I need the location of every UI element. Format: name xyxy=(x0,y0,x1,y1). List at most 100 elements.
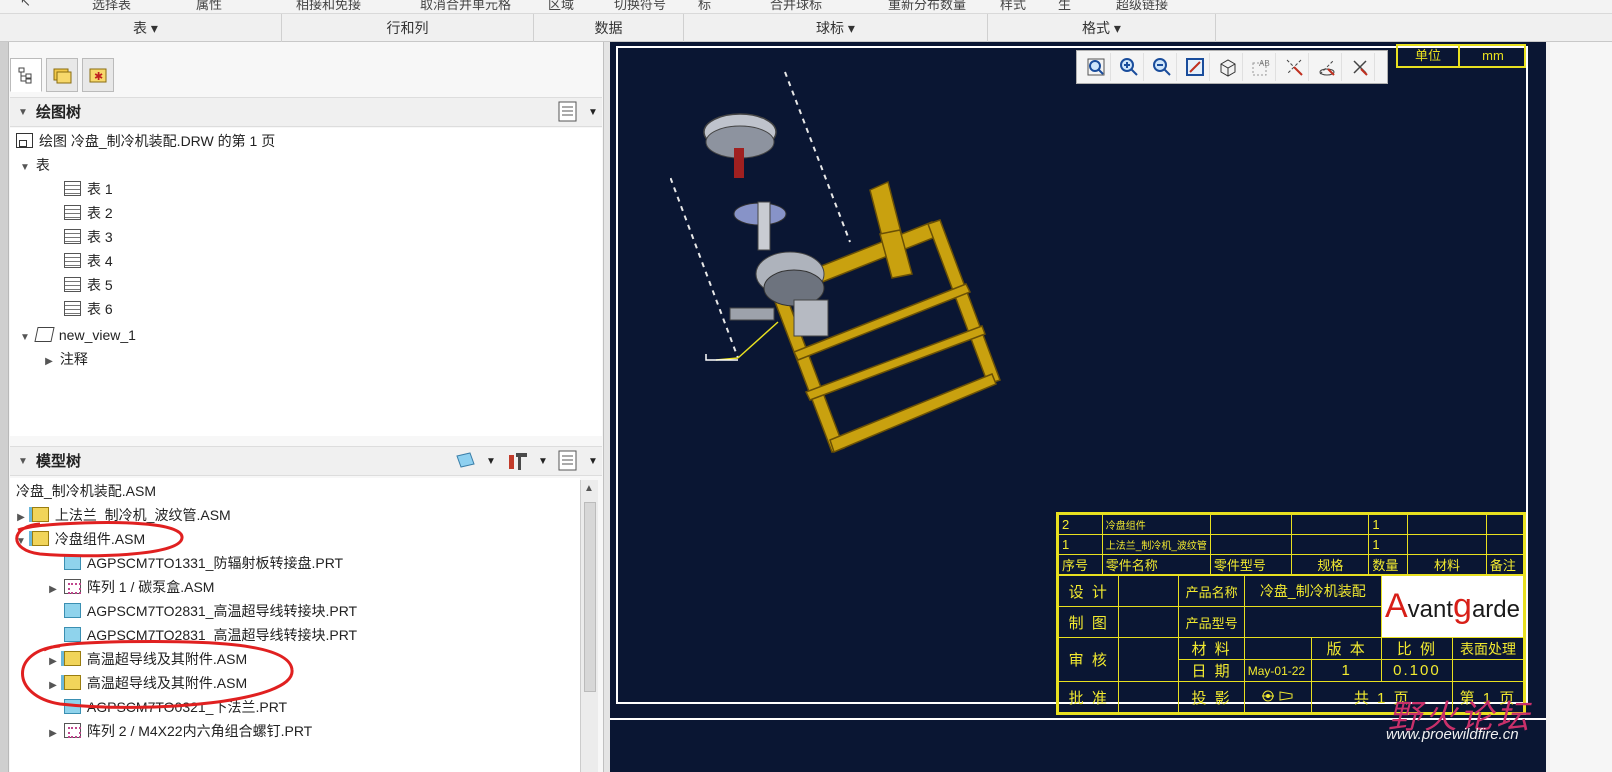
table-icon xyxy=(64,205,81,220)
shade-icon[interactable] xyxy=(1213,53,1243,81)
folder-icon xyxy=(53,68,72,84)
note-display-icon[interactable]: AB xyxy=(1246,53,1276,81)
expand-arrow-icon[interactable]: ▶ xyxy=(46,722,60,746)
part-icon xyxy=(63,627,81,642)
chevron-down-icon[interactable]: ▼ xyxy=(538,447,548,477)
model-tree-item-label: 上法兰_制冷机_波纹管.ASM xyxy=(54,507,231,523)
pattern-icon xyxy=(63,723,81,738)
tree-item-view[interactable]: ▼ new_view_1 xyxy=(18,323,136,347)
ribbon-merge-balloon[interactable]: 合并球标 xyxy=(770,0,822,13)
model-tree-item[interactable]: AGPSCM7TO2831_高温超导线转接块.PRT xyxy=(46,599,357,623)
ribbon-command-row: ↖ 选择表 属性 相接和免接 取消合并单元格 区域 切换符号 标 合并球标 重新… xyxy=(0,0,1612,14)
bom-no: 1 xyxy=(1058,534,1103,555)
model-tree-item[interactable]: AGPSCM7TO2831_高温超导线转接块.PRT xyxy=(46,623,357,647)
view-toolbar: AB xyxy=(1076,50,1388,84)
model-tree-item[interactable]: ▶ 阵列 1 / 碳泵盒.ASM xyxy=(46,575,214,599)
navigator-edge xyxy=(0,42,9,772)
model-tree-item-label: 阵列 2 / M4X22内六角组合螺钉.PRT xyxy=(86,723,313,739)
model-tree-item[interactable]: ▶ 高温超导线及其附件.ASM xyxy=(46,671,247,695)
model-tree-item-label: AGPSCM7TO2831_高温超导线转接块.PRT xyxy=(86,627,358,643)
model-tree-scrollbar[interactable]: ▲ xyxy=(580,480,598,772)
ribbon-balloon[interactable]: 标 xyxy=(698,0,711,13)
tree-item-table[interactable]: 表 4 xyxy=(64,249,113,273)
scroll-up-icon[interactable]: ▲ xyxy=(584,483,594,494)
model-tree-header[interactable]: ▼ 模型树 ▼ ▼ ▼ xyxy=(10,446,602,476)
model-tree: 冷盘_制冷机装配.ASM ▶ 上法兰_制冷机_波纹管.ASM ▼ 冷盘组件.ASM… xyxy=(10,478,580,772)
group-format[interactable]: 格式 ▾ xyxy=(988,14,1216,42)
version-value: 1 xyxy=(1311,659,1382,682)
ribbon-hyperlink[interactable]: 超级链接 xyxy=(1116,0,1168,13)
ribbon-redistribute[interactable]: 重新分布数量 xyxy=(888,0,966,13)
ribbon-style2[interactable]: 生 xyxy=(1058,0,1071,13)
part-icon xyxy=(63,699,81,714)
model-tree-item[interactable]: ▶ 高温超导线及其附件.ASM xyxy=(46,647,247,671)
tab-folder-browser[interactable] xyxy=(46,58,78,92)
axis-display-icon[interactable] xyxy=(1312,53,1342,81)
tree-item-table[interactable]: 表 1 xyxy=(64,177,113,201)
chevron-down-icon[interactable]: ▼ xyxy=(486,447,496,477)
ribbon-toggle-symbol[interactable]: 切换符号 xyxy=(614,0,666,13)
datum-display-icon[interactable] xyxy=(1279,53,1309,81)
show-icon[interactable] xyxy=(454,450,476,481)
ribbon-properties[interactable]: 属性 xyxy=(196,0,222,13)
table-icon xyxy=(64,253,81,268)
part-icon xyxy=(63,603,81,618)
group-data[interactable]: 数据 xyxy=(534,14,684,42)
draw-label: 制 图 xyxy=(1057,606,1120,638)
drawing-root[interactable]: 绘图 冷盘_制冷机装配.DRW 的第 1 页 xyxy=(16,129,275,153)
part-icon xyxy=(63,555,81,570)
collapse-icon[interactable]: ▼ xyxy=(18,98,28,128)
model-tree-item[interactable]: AGPSCM7TO1331_防辐射板转接盘.PRT xyxy=(46,551,343,575)
tab-favorites[interactable]: ✱ xyxy=(82,58,114,92)
drawing-tree: 绘图 冷盘_制冷机装配.DRW 的第 1 页 ▼ 表 表 1 表 2 表 3 表… xyxy=(10,128,602,436)
model-view[interactable] xyxy=(670,62,1090,482)
group-balloon[interactable]: 球标 ▾ xyxy=(684,14,988,42)
model-root[interactable]: 冷盘_制冷机装配.ASM xyxy=(16,479,156,503)
collapse-icon[interactable]: ▼ xyxy=(18,447,28,477)
ribbon-merge[interactable]: 相接和免接 xyxy=(296,0,361,13)
ribbon-region[interactable]: 区域 xyxy=(548,0,574,13)
ribbon-unmerge[interactable]: 取消合并单元格 xyxy=(420,0,511,13)
product-name-label: 产品名称 xyxy=(1178,575,1245,607)
model-tree-item-label: AGPSCM7TO1331_防辐射板转接盘.PRT xyxy=(86,555,344,571)
model-tree-item-label: 冷盘组件.ASM xyxy=(54,531,146,547)
tree-item-notes[interactable]: ▶ 注释 xyxy=(42,347,88,371)
version-label: 版 本 xyxy=(1311,637,1382,660)
model-tree-item[interactable]: ▶ 上法兰_制冷机_波纹管.ASM xyxy=(14,503,231,527)
refit-icon[interactable] xyxy=(1180,53,1210,81)
favorites-icon: ✱ xyxy=(89,68,107,83)
model-tree-item[interactable]: ▶ 阵列 2 / M4X22内六角组合螺钉.PRT xyxy=(46,719,312,743)
point-display-icon[interactable] xyxy=(1345,53,1375,81)
zoom-in-icon[interactable] xyxy=(1114,53,1144,81)
header-cell: 材料 xyxy=(1407,554,1487,575)
assembly-parts xyxy=(703,113,829,361)
expand-arrow-icon: ▼ xyxy=(20,162,30,173)
graphics-window[interactable]: AB 单位 mm 2 冷盘组件 1 1 上法兰_制冷机_波纹管 1 序号 零件名… xyxy=(610,42,1612,772)
table-icon xyxy=(64,301,81,316)
ribbon-style[interactable]: 样式 xyxy=(1000,0,1026,13)
ribbon-select-table[interactable]: 选择表 xyxy=(92,0,131,13)
collapse-arrow-icon[interactable]: ▼ xyxy=(14,530,28,554)
tab-model-tree[interactable] xyxy=(10,58,42,92)
tree-item-table[interactable]: 表 3 xyxy=(64,225,113,249)
scroll-thumb[interactable] xyxy=(584,502,596,692)
tables-node[interactable]: ▼ 表 xyxy=(18,153,50,177)
tree-item-table[interactable]: 表 2 xyxy=(64,201,113,225)
ribbon-tool-icon[interactable]: ↖ xyxy=(20,0,31,10)
bom-name: 冷盘组件 xyxy=(1101,514,1211,535)
model-tree-item[interactable]: AGPSCM7TO0321_下法兰.PRT xyxy=(46,695,287,719)
group-table[interactable]: 表 ▾ xyxy=(10,14,282,42)
pane-splitter[interactable] xyxy=(603,42,610,772)
group-rows-cols[interactable]: 行和列 xyxy=(282,14,534,42)
chevron-down-icon[interactable]: ▼ xyxy=(588,447,598,477)
tree-item-table[interactable]: 表 5 xyxy=(64,273,113,297)
product-name: 冷盘_制冷机装配 xyxy=(1243,575,1382,607)
scale-label: 比 例 xyxy=(1380,637,1453,660)
table-icon xyxy=(64,277,81,292)
model-tree-item[interactable]: ▼ 冷盘组件.ASM xyxy=(14,527,145,551)
tree-item-table[interactable]: 表 6 xyxy=(64,297,113,321)
drawing-tree-header[interactable]: ▼ 绘图树 ▼ xyxy=(10,97,602,127)
model-tree-item-label: AGPSCM7TO0321_下法兰.PRT xyxy=(86,699,288,715)
zoom-out-icon[interactable] xyxy=(1147,53,1177,81)
chevron-down-icon[interactable]: ▼ xyxy=(588,98,598,128)
